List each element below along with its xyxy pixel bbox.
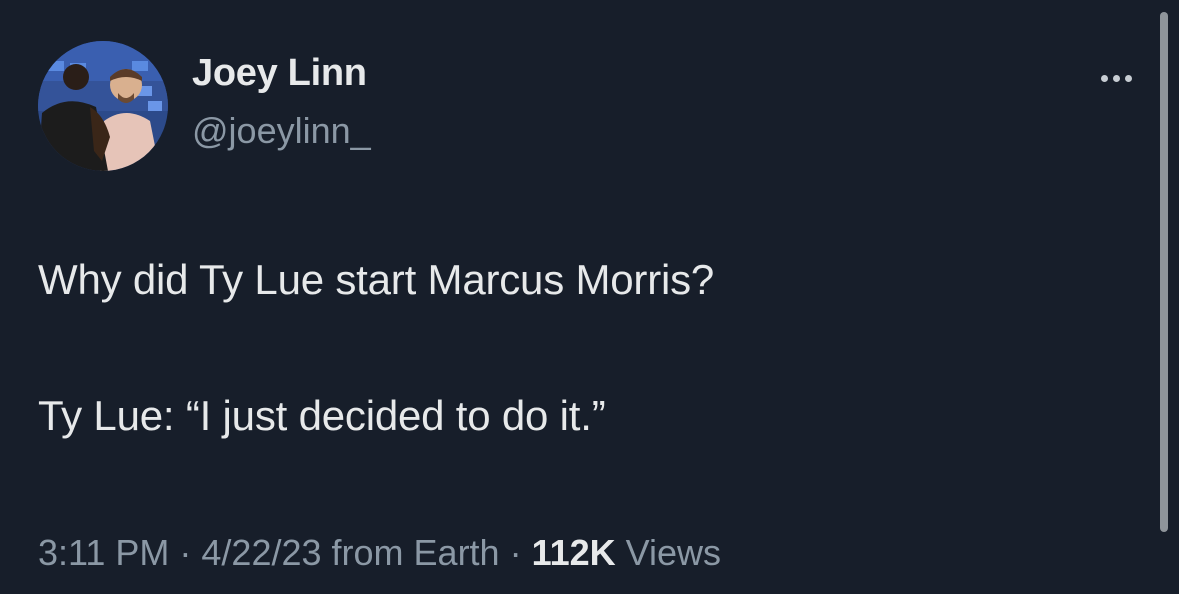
more-options-button[interactable] [1088,60,1144,96]
avatar-photo [38,41,168,171]
meta-separator: · [169,532,202,573]
views-count[interactable]: 112K [532,532,616,573]
tweet-text-line: Why did Ty Lue start Marcus Morris? [38,256,715,303]
views-label: Views [615,532,722,573]
tweet-source: from Earth [321,532,500,573]
tweet-time[interactable]: 3:11 PM [38,532,169,573]
tweet-view: Joey Linn @joeylinn_ Why did Ty Lue star… [0,0,1179,594]
tweet-text-line: Ty Lue: “I just decided to do it.” [38,392,606,439]
more-horizontal-icon-dot [1112,74,1120,82]
avatar[interactable] [38,41,168,171]
tweet-metadata: 3:11 PM · 4/22/23 from Earth · 112K View… [38,532,721,574]
tweet-date[interactable]: 4/22/23 [201,532,321,573]
user-handle[interactable]: @joeylinn_ [192,110,371,152]
display-name[interactable]: Joey Linn [192,52,367,95]
more-horizontal-icon-dot [1124,74,1132,82]
scrollbar[interactable] [1160,12,1168,532]
meta-separator: · [499,532,532,573]
more-horizontal-icon [1100,74,1108,82]
